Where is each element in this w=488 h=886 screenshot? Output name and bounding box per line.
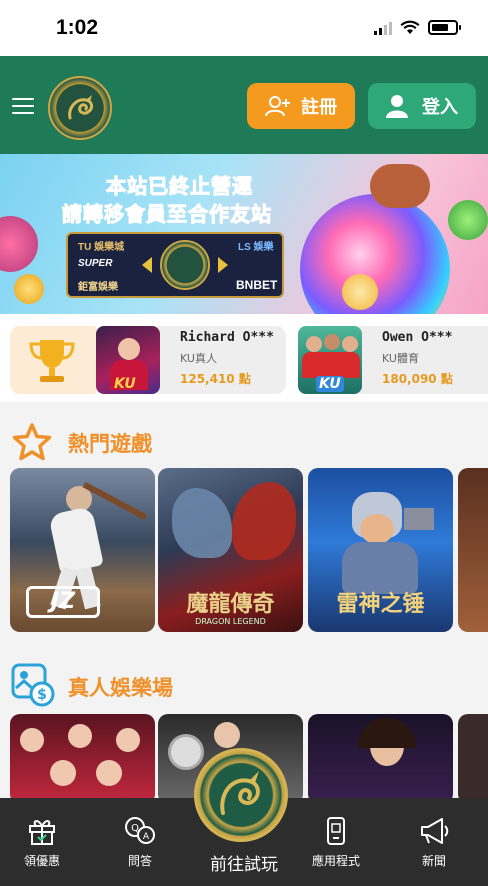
nav-item-news[interactable]: 新聞 xyxy=(394,816,474,869)
partner-logo: 鉅富娛樂 xyxy=(78,282,118,293)
winners-strip: KU Richard O*** KU真人 125,410 點 KU Owen O… xyxy=(0,314,488,402)
bottom-nav: 領優惠 Q A 問答 前往試玩 應用程式 新聞 xyxy=(0,748,488,886)
game-card-jz[interactable]: JZ xyxy=(10,468,155,632)
live-casino-icon: $ xyxy=(11,663,55,707)
partner-panel: TU 娛樂城 SUPER 鉅富娛樂 LS 娛樂 BNBET xyxy=(66,232,284,298)
trial-play-emblem-icon[interactable] xyxy=(194,748,288,842)
banner-subheadline: 請轉移會員至合作友站 xyxy=(62,202,272,227)
wifi-icon xyxy=(400,20,420,34)
hot-games-row: JZ 魔龍傳奇 DRAGON LEGEND 雷神之锤 xyxy=(0,468,488,632)
dragon-emblem-icon xyxy=(160,240,210,290)
game-card-dragon-legend[interactable]: 魔龍傳奇 DRAGON LEGEND xyxy=(158,468,303,632)
section-title-live-casino: 真人娛樂場 xyxy=(68,676,173,700)
live-card[interactable] xyxy=(10,714,155,804)
dragon-logo-icon[interactable] xyxy=(48,76,112,140)
candy-decoration-icon xyxy=(0,216,38,272)
user-icon xyxy=(386,95,408,118)
battery-icon xyxy=(428,20,461,35)
winner-name: Owen O*** xyxy=(382,330,453,345)
candy-decoration-icon xyxy=(14,274,44,304)
candy-decoration-icon xyxy=(342,274,378,310)
winner-name: Richard O*** xyxy=(180,330,274,345)
login-button[interactable]: 登入 xyxy=(368,83,476,129)
svg-text:A: A xyxy=(143,832,150,842)
winner-thumbnail: KU xyxy=(298,326,362,394)
signal-icon xyxy=(374,21,392,35)
winner-card[interactable]: KU Richard O*** KU真人 125,410 點 xyxy=(96,326,286,394)
nav-label: 應用程式 xyxy=(311,854,360,868)
add-user-icon xyxy=(265,96,290,117)
winner-category: KU體育 xyxy=(382,352,419,365)
banner-headline: 本站已終止營運 xyxy=(106,174,253,199)
partner-logo: BNBET xyxy=(236,278,278,292)
qa-icon: Q A xyxy=(125,817,155,844)
candy-decoration-icon xyxy=(448,200,488,240)
register-button[interactable]: 註冊 xyxy=(247,83,355,129)
promo-banner[interactable]: 本站已終止營運 請轉移會員至合作友站 TU 娛樂城 SUPER 鉅富娛樂 LS … xyxy=(0,154,488,314)
winner-amount: 125,410 點 xyxy=(180,372,251,386)
jz-logo: JZ xyxy=(26,586,100,618)
trophy-icon xyxy=(29,340,75,382)
megaphone-icon xyxy=(421,818,449,844)
status-icons xyxy=(374,20,461,35)
svg-text:$: $ xyxy=(37,687,47,703)
game-card-partial[interactable] xyxy=(458,714,488,804)
ku-badge: KU xyxy=(316,376,344,392)
star-icon xyxy=(12,423,52,461)
game-title: 魔龍傳奇 xyxy=(186,592,275,617)
live-card[interactable] xyxy=(308,714,453,804)
game-card-thor[interactable]: 雷神之锤 xyxy=(308,468,453,632)
status-time: 1:02 xyxy=(56,16,99,39)
partner-logo: LS 娛樂 xyxy=(238,242,274,253)
status-bar: 1:02 xyxy=(0,0,488,56)
game-card-partial[interactable] xyxy=(458,468,488,632)
chevron-left-icon xyxy=(142,257,152,273)
winner-category: KU真人 xyxy=(180,352,217,365)
chevron-right-icon xyxy=(218,257,228,273)
app-header: 註冊 登入 xyxy=(0,56,488,154)
winner-amount: 180,090 點 xyxy=(382,372,453,386)
game-title: 雷神之锤 xyxy=(336,592,425,617)
phone-app-icon xyxy=(327,817,345,845)
gift-icon xyxy=(29,820,55,845)
nav-item-app[interactable]: 應用程式 xyxy=(296,816,376,869)
menu-icon[interactable] xyxy=(12,98,34,114)
nav-label: 新聞 xyxy=(421,854,446,868)
partner-logo: TU 娛樂城 xyxy=(78,242,125,253)
register-label: 註冊 xyxy=(301,97,337,118)
trophy-card xyxy=(10,326,96,394)
section-title-hot-games: 熱門遊戲 xyxy=(68,432,152,456)
ku-badge: KU xyxy=(114,376,136,392)
winner-card[interactable]: KU Owen O*** KU體育 180,090 點 xyxy=(298,326,488,394)
candy-decoration-icon xyxy=(370,164,430,208)
winner-thumbnail: KU xyxy=(96,326,160,394)
game-subtitle: DRAGON LEGEND xyxy=(195,617,266,626)
partner-logo: SUPER xyxy=(78,258,113,269)
login-label: 登入 xyxy=(422,97,458,118)
